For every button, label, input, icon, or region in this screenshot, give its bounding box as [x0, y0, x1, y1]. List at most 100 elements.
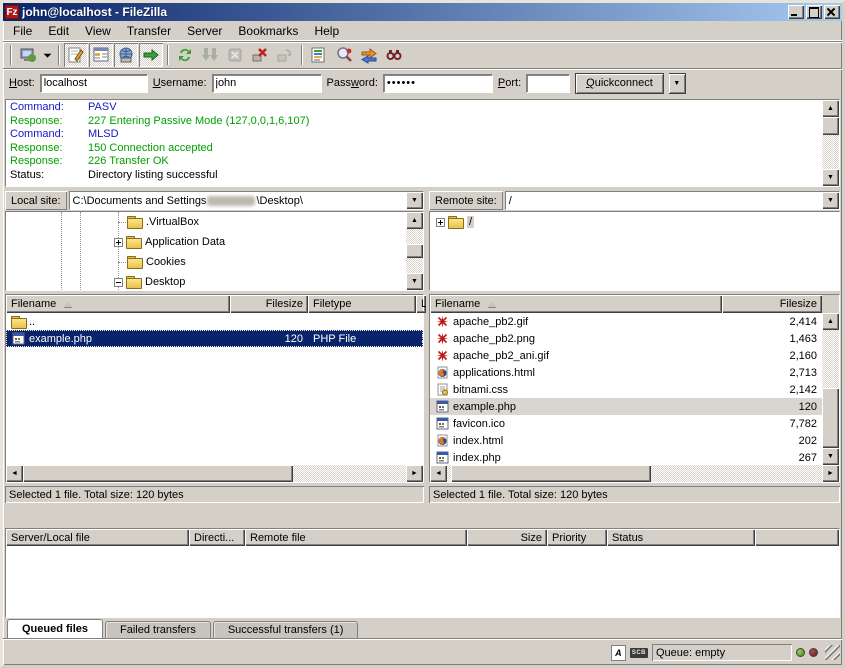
scroll-down-icon[interactable]: ▼: [822, 169, 839, 186]
scroll-left-icon[interactable]: ◄: [430, 465, 447, 482]
column-header-server-local-file[interactable]: Server/Local file: [6, 529, 189, 546]
close-button[interactable]: [824, 5, 840, 19]
combo-dropdown-icon[interactable]: ▼: [822, 192, 839, 209]
tab-queued-files[interactable]: Queued files: [7, 619, 103, 638]
scroll-thumb[interactable]: [451, 465, 651, 482]
table-row[interactable]: example.php 120 PHP File 1: [6, 330, 423, 347]
table-row[interactable]: applications.html 2,713: [430, 364, 822, 381]
toggle-remote-tree-icon[interactable]: [114, 43, 138, 67]
tree-item-label[interactable]: /: [467, 216, 474, 228]
site-manager-dropdown-icon[interactable]: [41, 43, 54, 67]
column-header-filesize[interactable]: Filesize: [230, 295, 308, 313]
column-header-filename[interactable]: Filename: [6, 295, 230, 313]
scroll-down-icon[interactable]: ▼: [822, 448, 839, 465]
port-input[interactable]: [526, 74, 570, 93]
title-bar[interactable]: Fz john@localhost - FileZilla: [3, 3, 842, 21]
local-tree[interactable]: .VirtualBox Application Data Cookies: [6, 212, 406, 290]
column-header-filetype[interactable]: Filetype: [308, 295, 416, 313]
column-header-filesize[interactable]: Filesize: [722, 295, 822, 313]
menu-bookmarks[interactable]: Bookmarks: [230, 22, 306, 40]
table-row[interactable]: favicon.ico 7,782: [430, 415, 822, 432]
table-row[interactable]: index.html 202: [430, 432, 822, 449]
remote-path-value[interactable]: /: [506, 192, 822, 209]
scroll-thumb[interactable]: [822, 388, 839, 448]
tree-item[interactable]: Application Data: [6, 232, 406, 252]
message-log[interactable]: Command:PASV Response:227 Entering Passi…: [6, 100, 822, 186]
tree-item[interactable]: Desktop: [6, 272, 406, 290]
refresh-icon[interactable]: [173, 43, 197, 67]
directory-filter-icon[interactable]: [307, 43, 331, 67]
local-path-value[interactable]: C:\Documents and Settings\Desktop\: [70, 192, 406, 209]
username-input[interactable]: [212, 74, 322, 93]
local-list-hscrollbar[interactable]: ◄ ►: [6, 465, 423, 482]
menu-view[interactable]: View: [77, 22, 119, 40]
quickconnect-dropdown-icon[interactable]: ▼: [669, 73, 686, 94]
collapse-icon[interactable]: [114, 278, 123, 287]
column-header-status[interactable]: Status: [607, 529, 755, 546]
table-row[interactable]: index.php 267: [430, 449, 822, 465]
column-header-direction[interactable]: Directi...: [189, 529, 245, 546]
tree-item[interactable]: /: [430, 212, 839, 232]
quickconnect-button[interactable]: Quickconnect: [575, 73, 664, 94]
tab-failed-transfers[interactable]: Failed transfers: [105, 621, 211, 638]
column-header-remote-file[interactable]: Remote file: [245, 529, 467, 546]
scroll-thumb[interactable]: [822, 117, 839, 135]
remote-tree[interactable]: /: [430, 212, 839, 290]
column-header-priority[interactable]: Priority: [547, 529, 607, 546]
expand-icon[interactable]: [114, 238, 123, 247]
synchronized-browsing-icon[interactable]: [357, 43, 381, 67]
tree-item[interactable]: Cookies: [6, 252, 406, 272]
table-row[interactable]: apache_pb2.gif 2,414: [430, 313, 822, 330]
log-scrollbar[interactable]: ▲ ▼: [822, 100, 839, 186]
menu-file[interactable]: File: [5, 22, 40, 40]
local-tree-panel: .VirtualBox Application Data Cookies: [5, 211, 424, 291]
scroll-up-icon[interactable]: ▲: [822, 313, 839, 330]
menu-help[interactable]: Help: [306, 22, 347, 40]
scroll-thumb[interactable]: [23, 465, 293, 482]
expand-icon[interactable]: [436, 218, 445, 227]
local-tree-scrollbar[interactable]: ▲ ▼: [406, 212, 423, 290]
process-queue-icon[interactable]: [198, 43, 222, 67]
remote-list-scrollbar[interactable]: ▲ ▼: [822, 313, 839, 465]
menu-transfer[interactable]: Transfer: [119, 22, 179, 40]
scroll-up-icon[interactable]: ▲: [822, 100, 839, 117]
tree-item[interactable]: .VirtualBox: [6, 212, 406, 232]
maximize-button[interactable]: [806, 5, 822, 19]
table-row[interactable]: apache_pb2.png 1,463: [430, 330, 822, 347]
scroll-down-icon[interactable]: ▼: [406, 273, 423, 290]
remote-path-combo[interactable]: / ▼: [505, 191, 840, 210]
cancel-operation-icon[interactable]: [223, 43, 247, 67]
host-input[interactable]: [40, 74, 148, 93]
reconnect-icon[interactable]: [273, 43, 297, 67]
scroll-right-icon[interactable]: ►: [822, 465, 839, 482]
password-input[interactable]: [383, 74, 493, 93]
toggle-transfer-queue-icon[interactable]: [139, 43, 163, 67]
menu-edit[interactable]: Edit: [40, 22, 77, 40]
directory-comparison-icon[interactable]: [332, 43, 356, 67]
toggle-message-log-icon[interactable]: [64, 43, 88, 67]
tab-successful-transfers[interactable]: Successful transfers (1): [213, 621, 359, 638]
scroll-up-icon[interactable]: ▲: [406, 212, 423, 229]
table-row[interactable]: bitnami.css 2,142: [430, 381, 822, 398]
scroll-thumb[interactable]: [406, 244, 423, 258]
combo-dropdown-icon[interactable]: ▼: [406, 192, 423, 209]
find-files-icon[interactable]: [382, 43, 406, 67]
site-manager-icon[interactable]: [16, 43, 40, 67]
menu-server[interactable]: Server: [179, 22, 230, 40]
minimize-button[interactable]: [788, 5, 804, 19]
column-header-filename[interactable]: Filename: [430, 295, 722, 313]
table-row[interactable]: ..: [6, 313, 423, 330]
toggle-local-tree-icon[interactable]: [89, 43, 113, 67]
scroll-right-icon[interactable]: ►: [406, 465, 423, 482]
column-header-size[interactable]: Size: [467, 529, 547, 546]
disconnect-icon[interactable]: [248, 43, 272, 67]
resize-grip[interactable]: [825, 645, 840, 660]
table-row[interactable]: apache_pb2_ani.gif 2,160: [430, 347, 822, 364]
local-path-combo[interactable]: C:\Documents and Settings\Desktop\ ▼: [69, 191, 424, 210]
scroll-left-icon[interactable]: ◄: [6, 465, 23, 482]
remote-list-hscrollbar[interactable]: ◄ ►: [430, 465, 839, 482]
queue-body[interactable]: [6, 546, 839, 617]
table-row[interactable]: example.php 120: [430, 398, 822, 415]
status-bar: A SCB Queue: empty: [3, 639, 842, 665]
firefox-html-icon: [435, 435, 449, 447]
